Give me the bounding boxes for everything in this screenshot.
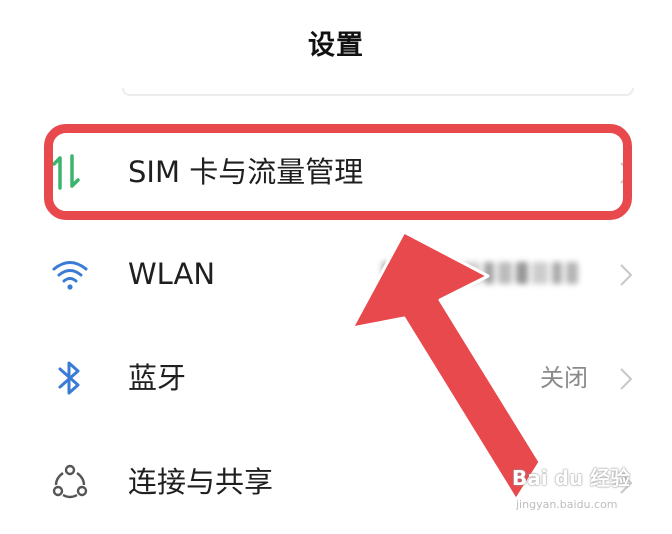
watermark-brand: Bai du 经验 bbox=[512, 466, 631, 490]
red-arrow-annotation bbox=[350, 230, 542, 502]
watermark-url: jingyan.baidu.com bbox=[516, 498, 618, 511]
watermark: Bai du 经验 jingyan.baidu.com bbox=[512, 462, 662, 522]
